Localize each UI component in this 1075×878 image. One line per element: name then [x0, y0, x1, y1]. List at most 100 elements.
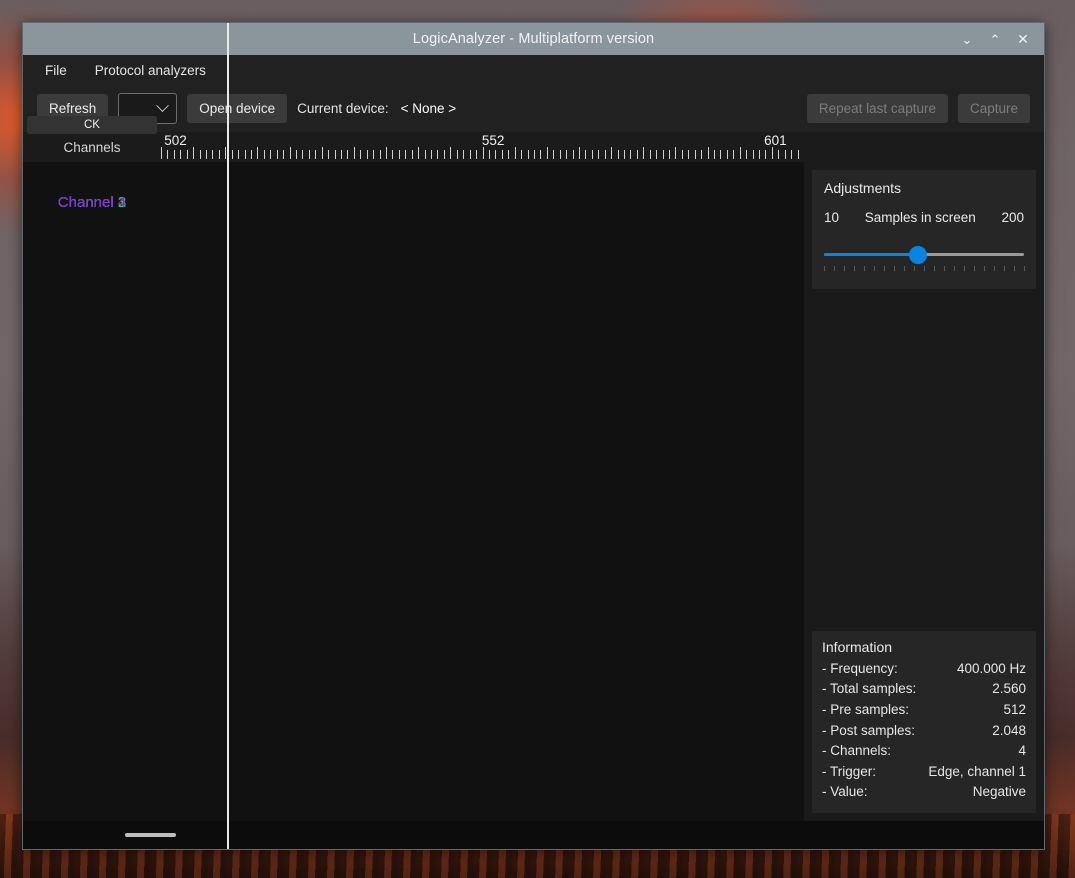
ruler-tick — [373, 150, 374, 159]
ruler-tick — [785, 150, 786, 159]
ruler-tick — [791, 150, 792, 159]
repeat-last-capture-button[interactable]: Repeat last capture — [807, 94, 948, 123]
ruler-tick — [502, 150, 503, 159]
channel-tag-ck[interactable]: CK — [27, 116, 157, 134]
capture-button[interactable]: Capture — [958, 94, 1030, 123]
ruler-tick — [772, 147, 773, 159]
ruler-tick — [367, 150, 368, 159]
side-panel: Adjustments 10 Samples in screen 200 — [804, 162, 1044, 821]
ruler-label: 502 — [164, 133, 187, 148]
samples-max-label: 200 — [1001, 210, 1024, 225]
ruler-tick — [521, 150, 522, 159]
ruler-tick — [277, 150, 278, 159]
ruler-tick — [611, 147, 612, 159]
menu-item-file[interactable]: File — [33, 59, 79, 82]
information-value: 512 — [1003, 700, 1026, 721]
slider-ticks — [824, 266, 1024, 272]
maximize-icon[interactable]: ⌃ — [982, 26, 1008, 52]
ruler-tick — [309, 150, 310, 159]
ruler-tick — [566, 150, 567, 159]
slider-tick — [1024, 266, 1025, 271]
information-value: 4 — [1018, 741, 1026, 762]
ruler-tick — [540, 150, 541, 159]
ruler-tick — [630, 150, 631, 159]
slider-tick — [954, 266, 955, 271]
sample-ruler[interactable]: 502552601 — [161, 132, 804, 162]
ruler-tick — [733, 150, 734, 159]
information-value: Edge, channel 1 — [928, 762, 1026, 783]
information-value: 400.000 Hz — [957, 659, 1026, 680]
menu-bar: File Protocol analyzers — [23, 55, 1044, 85]
ruler-tick — [315, 150, 316, 159]
ruler-tick — [727, 150, 728, 159]
ruler-tick — [328, 150, 329, 159]
samples-min-label: 10 — [824, 210, 839, 225]
ruler-tick — [193, 147, 194, 159]
slider-tick — [1004, 266, 1005, 271]
ruler-tick — [444, 150, 445, 159]
ruler-tick — [450, 147, 451, 159]
ruler-tick — [669, 150, 670, 159]
ruler-tick — [695, 150, 696, 159]
current-device-value: < None > — [401, 101, 457, 116]
information-value: 2.048 — [992, 721, 1026, 742]
ruler-tick — [650, 150, 651, 159]
ruler-tick — [431, 150, 432, 159]
toolbar: Refresh Open device Current device: < No… — [23, 85, 1044, 132]
ruler-tick — [720, 150, 721, 159]
desktop-background: LogicAnalyzer - Multiplatform version ⌄ … — [0, 0, 1075, 878]
ruler-tick — [765, 150, 766, 159]
information-row: - Value:Negative — [822, 782, 1026, 803]
channels-header-label: Channels — [23, 132, 161, 162]
information-row: - Post samples: 2.048 — [822, 721, 1026, 742]
channel-name-4: Channel 4 — [23, 194, 161, 211]
chevron-down-icon — [156, 99, 169, 112]
ruler-tick — [470, 150, 471, 159]
open-device-button[interactable]: Open device — [187, 94, 287, 123]
ruler-tick — [354, 147, 355, 159]
ruler-tick — [245, 150, 246, 159]
ruler-tick — [483, 147, 484, 159]
horizontal-scrollbar-thumb[interactable] — [125, 833, 176, 837]
ruler-tick — [399, 150, 400, 159]
slider-tick — [844, 266, 845, 271]
menu-item-protocol-analyzers[interactable]: Protocol analyzers — [83, 59, 218, 82]
ruler-tick — [605, 150, 606, 159]
slider-tick — [854, 266, 855, 271]
ruler-tick — [187, 150, 188, 159]
information-key: - Value: — [822, 782, 876, 803]
ruler-tick — [746, 150, 747, 159]
channel-lanes: Channel 1 CS Channel 2 MISO — [23, 162, 804, 821]
ruler-tick — [232, 150, 233, 159]
slider-tick — [974, 266, 975, 271]
information-key: - Post samples: — [822, 721, 923, 742]
samples-in-screen-slider[interactable] — [824, 241, 1024, 275]
ruler-tick — [798, 150, 799, 159]
ruler-tick — [624, 150, 625, 159]
information-value: 2.560 — [992, 679, 1026, 700]
close-icon[interactable]: ✕ — [1010, 26, 1036, 52]
ruler-tick — [476, 150, 477, 159]
ruler-tick — [598, 150, 599, 159]
ruler-tick — [335, 150, 336, 159]
ruler-tick — [740, 147, 741, 159]
slider-tick — [914, 266, 915, 271]
ruler-tick — [579, 147, 580, 159]
ruler-tick — [264, 150, 265, 159]
ruler-tick — [592, 150, 593, 159]
application-window: LogicAnalyzer - Multiplatform version ⌄ … — [22, 22, 1045, 850]
ruler-tick — [508, 150, 509, 159]
ruler-right-pad — [804, 132, 1044, 162]
information-key: - Channels: — [822, 741, 899, 762]
minimize-icon[interactable]: ⌄ — [954, 26, 980, 52]
slider-tick — [964, 266, 965, 271]
horizontal-scrollbar[interactable] — [23, 821, 1044, 849]
ruler-tick — [219, 150, 220, 159]
slider-tick — [864, 266, 865, 271]
ruler-tick — [380, 150, 381, 159]
ruler-tick — [489, 150, 490, 159]
ruler-tick — [708, 147, 709, 159]
ruler-tick — [238, 150, 239, 159]
slider-thumb[interactable] — [909, 246, 927, 264]
ruler-tick — [547, 147, 548, 159]
